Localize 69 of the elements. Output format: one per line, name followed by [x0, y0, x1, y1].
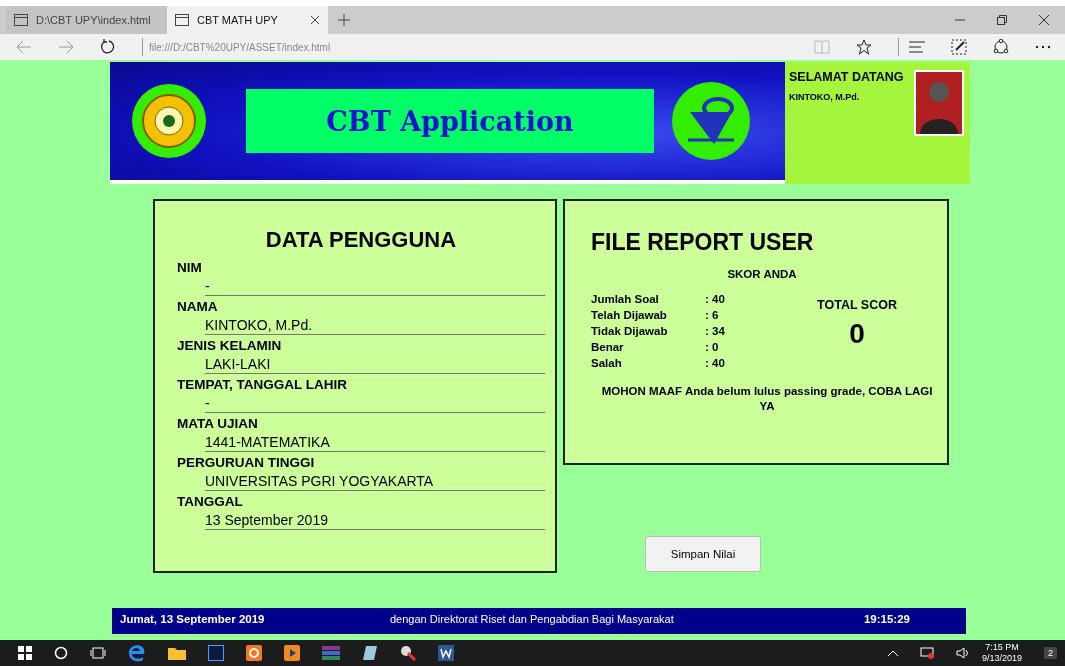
share-icon[interactable]: [993, 39, 1009, 55]
stat-value: : 34: [705, 324, 725, 338]
network-icon[interactable]: [919, 647, 934, 659]
stat-label: Salah: [591, 356, 623, 370]
field-label: TEMPAT, TANGGAL LAHIR: [177, 376, 348, 394]
tool-icon[interactable]: [400, 645, 416, 661]
browser-e-icon[interactable]: [128, 644, 146, 662]
close-icon[interactable]: [310, 15, 320, 25]
more-icon[interactable]: [1035, 45, 1051, 49]
browser-tab[interactable]: CBT MATH UPY: [167, 6, 328, 34]
stat-value: : 40: [705, 292, 725, 306]
ministry-logo-icon: [672, 82, 750, 160]
stat-value: : 6: [705, 308, 719, 322]
refresh-icon[interactable]: [100, 39, 116, 55]
total-label: TOTAL SCOR: [817, 298, 897, 312]
note-icon[interactable]: [951, 39, 967, 55]
folder-icon[interactable]: [168, 646, 186, 660]
page-icon: [175, 14, 189, 26]
total-score: 0: [849, 318, 865, 350]
stat-value: : 0: [705, 340, 719, 354]
footer-date: Jumat, 13 September 2019: [120, 613, 266, 625]
field-value: 1441-MATEMATIKA: [205, 433, 545, 452]
avatar-silhouette: [914, 70, 964, 136]
app-icon[interactable]: [246, 645, 262, 661]
task-view-icon[interactable]: [90, 647, 106, 659]
card-title: DATA PENGGUNA: [264, 227, 458, 253]
search-icon[interactable]: [54, 646, 68, 660]
field-value: 13 September 2019: [205, 511, 545, 530]
close-icon[interactable]: [1039, 15, 1049, 25]
stat-value: : 40: [705, 356, 725, 370]
star-icon[interactable]: [856, 39, 872, 55]
stat-label: Jumlah Soal: [591, 292, 660, 306]
field-value: KINTOKO, M.Pd.: [205, 316, 545, 335]
field-value: UNIVERSITAS PGRI YOGYAKARTA: [205, 472, 545, 491]
score-subtitle: SKOR ANDA: [726, 268, 798, 280]
greeting-text: SELAMAT DATANG: [789, 70, 905, 84]
browser-tab[interactable]: D:\CBT UPY\index.html: [6, 6, 167, 34]
result-message: MOHON MAAF Anda belum lulus passing grade, COBA LAGI YA: [600, 384, 933, 414]
speaker-icon[interactable]: [955, 647, 970, 659]
hub-icon[interactable]: [909, 41, 925, 53]
field-label: TANGGAL: [177, 493, 244, 511]
field-label: MATA UJIAN: [177, 415, 259, 433]
word-icon[interactable]: [438, 645, 454, 661]
field-label: PERGURUAN TINGGI: [177, 454, 316, 472]
field-label: NIM: [177, 259, 203, 277]
page-icon: [14, 14, 28, 26]
windows-icon[interactable]: [18, 646, 32, 660]
app-title: CBT Application: [246, 89, 654, 153]
stat-label: Benar: [591, 340, 625, 354]
user-name: KINTOKO, M.Pd.: [789, 92, 861, 102]
marquee-text: dengan Direktorat Riset dan Pengabdian Bagi Masyarakat: [390, 613, 675, 625]
card-title: FILE REPORT USER: [591, 229, 815, 256]
media-player-icon[interactable]: [284, 645, 300, 661]
chevron-up-icon[interactable]: [887, 650, 898, 656]
save-button[interactable]: Simpan Nilai: [645, 536, 761, 572]
university-logo-icon: [132, 84, 206, 158]
stat-label: Telah Dijawab: [591, 308, 668, 322]
archive-icon[interactable]: [322, 646, 340, 660]
field-value: -: [205, 277, 545, 296]
footer-clock: 19:15:29: [863, 613, 910, 625]
field-value: -: [205, 394, 545, 413]
notification-button[interactable]: 2: [1044, 647, 1057, 659]
taskbar-clock[interactable]: 7:15 PM 9/13/2019: [981, 642, 1022, 664]
stat-label: Tidak Dijawab: [591, 324, 669, 338]
new-tab-icon[interactable]: [338, 14, 350, 26]
field-value: LAKI-LAKI: [205, 355, 545, 374]
restore-icon[interactable]: [997, 15, 1007, 25]
field-label: JENIS KELAMIN: [177, 337, 283, 355]
field-label: NAMA: [177, 298, 219, 316]
